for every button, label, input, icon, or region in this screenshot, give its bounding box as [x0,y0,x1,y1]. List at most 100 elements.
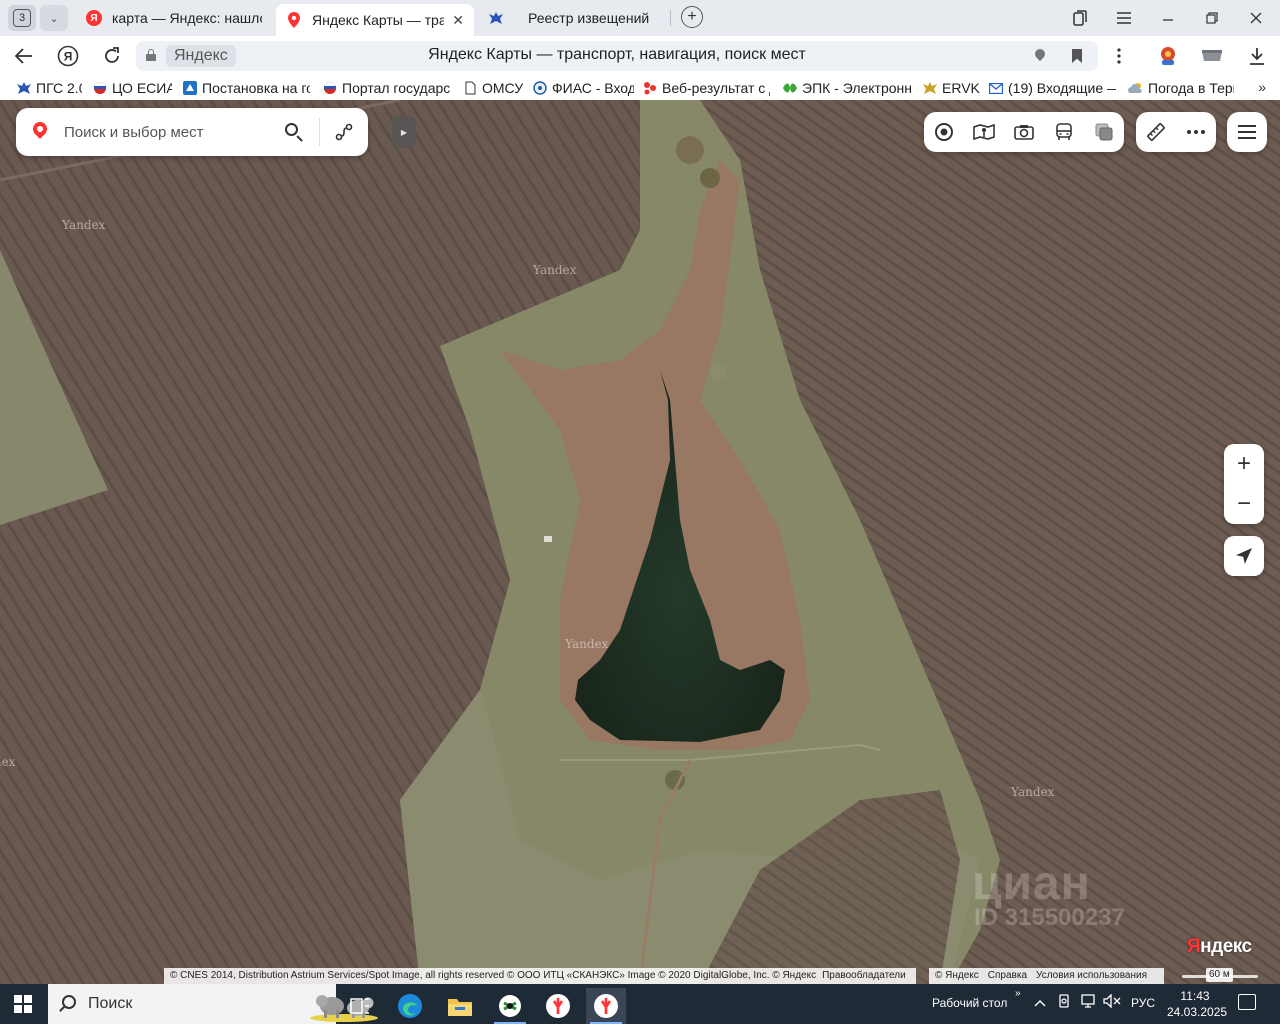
browser-tab-strip: 3 ⌄ Я карта — Яндекс: нашлось Яндекс Кар… [0,0,1280,36]
restore-icon[interactable] [1200,6,1224,30]
more-horizontal-icon[interactable] [1184,120,1208,144]
bookmark-ervk[interactable]: ERVK [922,79,980,97]
file-explorer-icon[interactable] [440,988,480,1024]
bookmark-label: ERVK [942,80,980,96]
edge-icon[interactable] [390,988,430,1024]
yandex-browser-icon[interactable] [586,988,626,1024]
menu-icon[interactable] [1112,6,1136,30]
gosuslugi-icon [182,81,198,95]
satellite-imagery [0,100,1280,984]
yandex-browser-icon[interactable] [538,988,578,1024]
satellite-map[interactable]: Yandex Yandex Yandex Yandex Yandex ▶ [0,100,1280,984]
address-field[interactable]: Яндекс Яндекс Карты — транспорт, навигац… [136,41,1098,71]
bus-icon[interactable] [1052,120,1076,144]
address-toolbar: Я Яндекс Яндекс Карты — транспорт, навиг… [0,36,1280,76]
ruler-icon[interactable] [1144,120,1168,144]
bookmark-label: ФИАС - Вход [552,80,634,96]
geolocation-button[interactable] [1224,536,1264,576]
search-input[interactable] [64,120,274,144]
copyright-text: © CNES 2014, Distribution Astrium Servic… [170,970,817,981]
bookmark-web-result[interactable]: Веб-результат с д [642,79,770,97]
windows-start-icon[interactable] [14,995,32,1013]
notifications-icon[interactable] [1238,994,1256,1010]
svg-text:Я: Я [64,50,73,64]
clock[interactable]: 11:43 24.03.2025 [1167,988,1228,1020]
russia-flag-icon [92,81,108,95]
yandex-maps-pin-icon [286,12,302,28]
cian-watermark: циан [972,857,1091,910]
location-pin-icon[interactable] [1034,49,1046,63]
cian-listing-id: ID 315500237 [974,904,1125,931]
search-icon[interactable] [282,120,306,144]
new-tab-button[interactable]: + [681,6,703,28]
scale-label: 60 м [1206,968,1233,982]
language-indicator[interactable]: РУС [1131,996,1155,1010]
zoom-out-button[interactable]: − [1224,484,1264,524]
reload-button[interactable] [100,44,124,68]
map-watermark: Yandex [565,637,609,651]
more-vertical-icon[interactable] [1107,44,1131,68]
yandex-logo[interactable]: Яндекс [1187,936,1252,958]
alice-icon[interactable] [932,120,956,144]
map-watermark: Yandex [62,218,106,232]
tab-separator [670,10,671,26]
help-link[interactable]: Справка [988,968,1027,984]
layers-icon[interactable] [1092,120,1116,144]
terms-link[interactable]: Условия использования [1036,968,1147,984]
camera-icon[interactable] [1012,120,1036,144]
rights-holders-link[interactable]: Правообладатели [822,970,906,981]
volume-muted-icon[interactable] [1103,993,1121,1011]
web-result-icon [642,81,658,95]
bookmark-pgs[interactable]: ПГС 2.0 [16,79,82,97]
eagle-emblem-icon [16,81,32,95]
fias-icon [532,81,548,95]
extension-icon[interactable] [1156,44,1180,68]
chevron-down-icon: ⌄ [49,12,59,25]
bookmark-postanovka[interactable]: Постановка на го [182,79,310,97]
chevron-more-icon[interactable]: » [1258,79,1266,95]
download-icon[interactable] [1245,44,1269,68]
bookmark-weather[interactable]: Погода в Терн [1128,79,1234,97]
tab-yandex-search[interactable]: Я карта — Яндекс: нашлось [76,4,272,32]
tabs-dropdown-button[interactable]: ⌄ [40,5,68,31]
tab-yandex-maps[interactable]: Яндекс Карты — транс ✕ [276,4,474,36]
meet-now-icon[interactable] [1058,994,1072,1013]
route-icon[interactable] [332,120,356,144]
navigation-arrow-icon [1236,548,1252,564]
task-view-icon[interactable] [340,988,380,1024]
desktop-toolbar-label[interactable]: Рабочий стол [932,996,1007,1010]
close-icon[interactable] [1244,6,1268,30]
extension-icon[interactable] [1200,44,1224,68]
tab-registry[interactable]: Реестр извещений [478,4,668,32]
bookmark-omsu[interactable]: ОМСУ [462,79,526,97]
taskbar-search[interactable]: Поиск [48,984,378,1024]
bookmark-label: ПГС 2.0 [36,80,82,96]
bookmark-portal[interactable]: Портал государст [322,79,450,97]
bookmark-inbox[interactable]: (19) Входящие — [988,79,1116,97]
network-icon[interactable] [1081,994,1097,1011]
bookmark-fias[interactable]: ФИАС - Вход [532,79,634,97]
bookmark-esia[interactable]: ЦО ЕСИА [92,79,172,97]
map-watermark: Yandex [0,755,16,769]
close-tab-icon[interactable]: ✕ [452,12,464,29]
panorama-icon[interactable] [972,120,996,144]
minimize-icon[interactable] [1156,6,1180,30]
legal-links: © Яндекс Справка Условия использования [929,968,1164,984]
triangle-right-icon: ▶ [400,127,408,137]
map-scale: 60 м [1180,968,1260,984]
tray-chevron-up-icon[interactable] [1034,994,1046,1010]
clock-date: 24.03.2025 [1167,1005,1228,1019]
toolbar-chevron-icon[interactable]: » [1015,988,1021,999]
expand-panel-button[interactable]: ▶ [392,116,416,148]
yandex-home-button[interactable]: Я [56,44,80,68]
map-copyright: © CNES 2014, Distribution Astrium Servic… [164,968,916,984]
hamburger-menu-icon[interactable] [1227,112,1267,152]
zoom-in-button[interactable]: + [1224,444,1264,484]
bookmark-epk[interactable]: ЭПК - Электронна [782,79,912,97]
game-app-icon[interactable] [490,988,530,1024]
tab-groups-button[interactable]: 3 [8,5,36,31]
back-button[interactable] [12,44,36,68]
tabs-collection-icon[interactable] [1068,6,1092,30]
tab-label: Яндекс Карты — транс [312,12,445,28]
map-watermark: Yandex [1011,785,1055,799]
